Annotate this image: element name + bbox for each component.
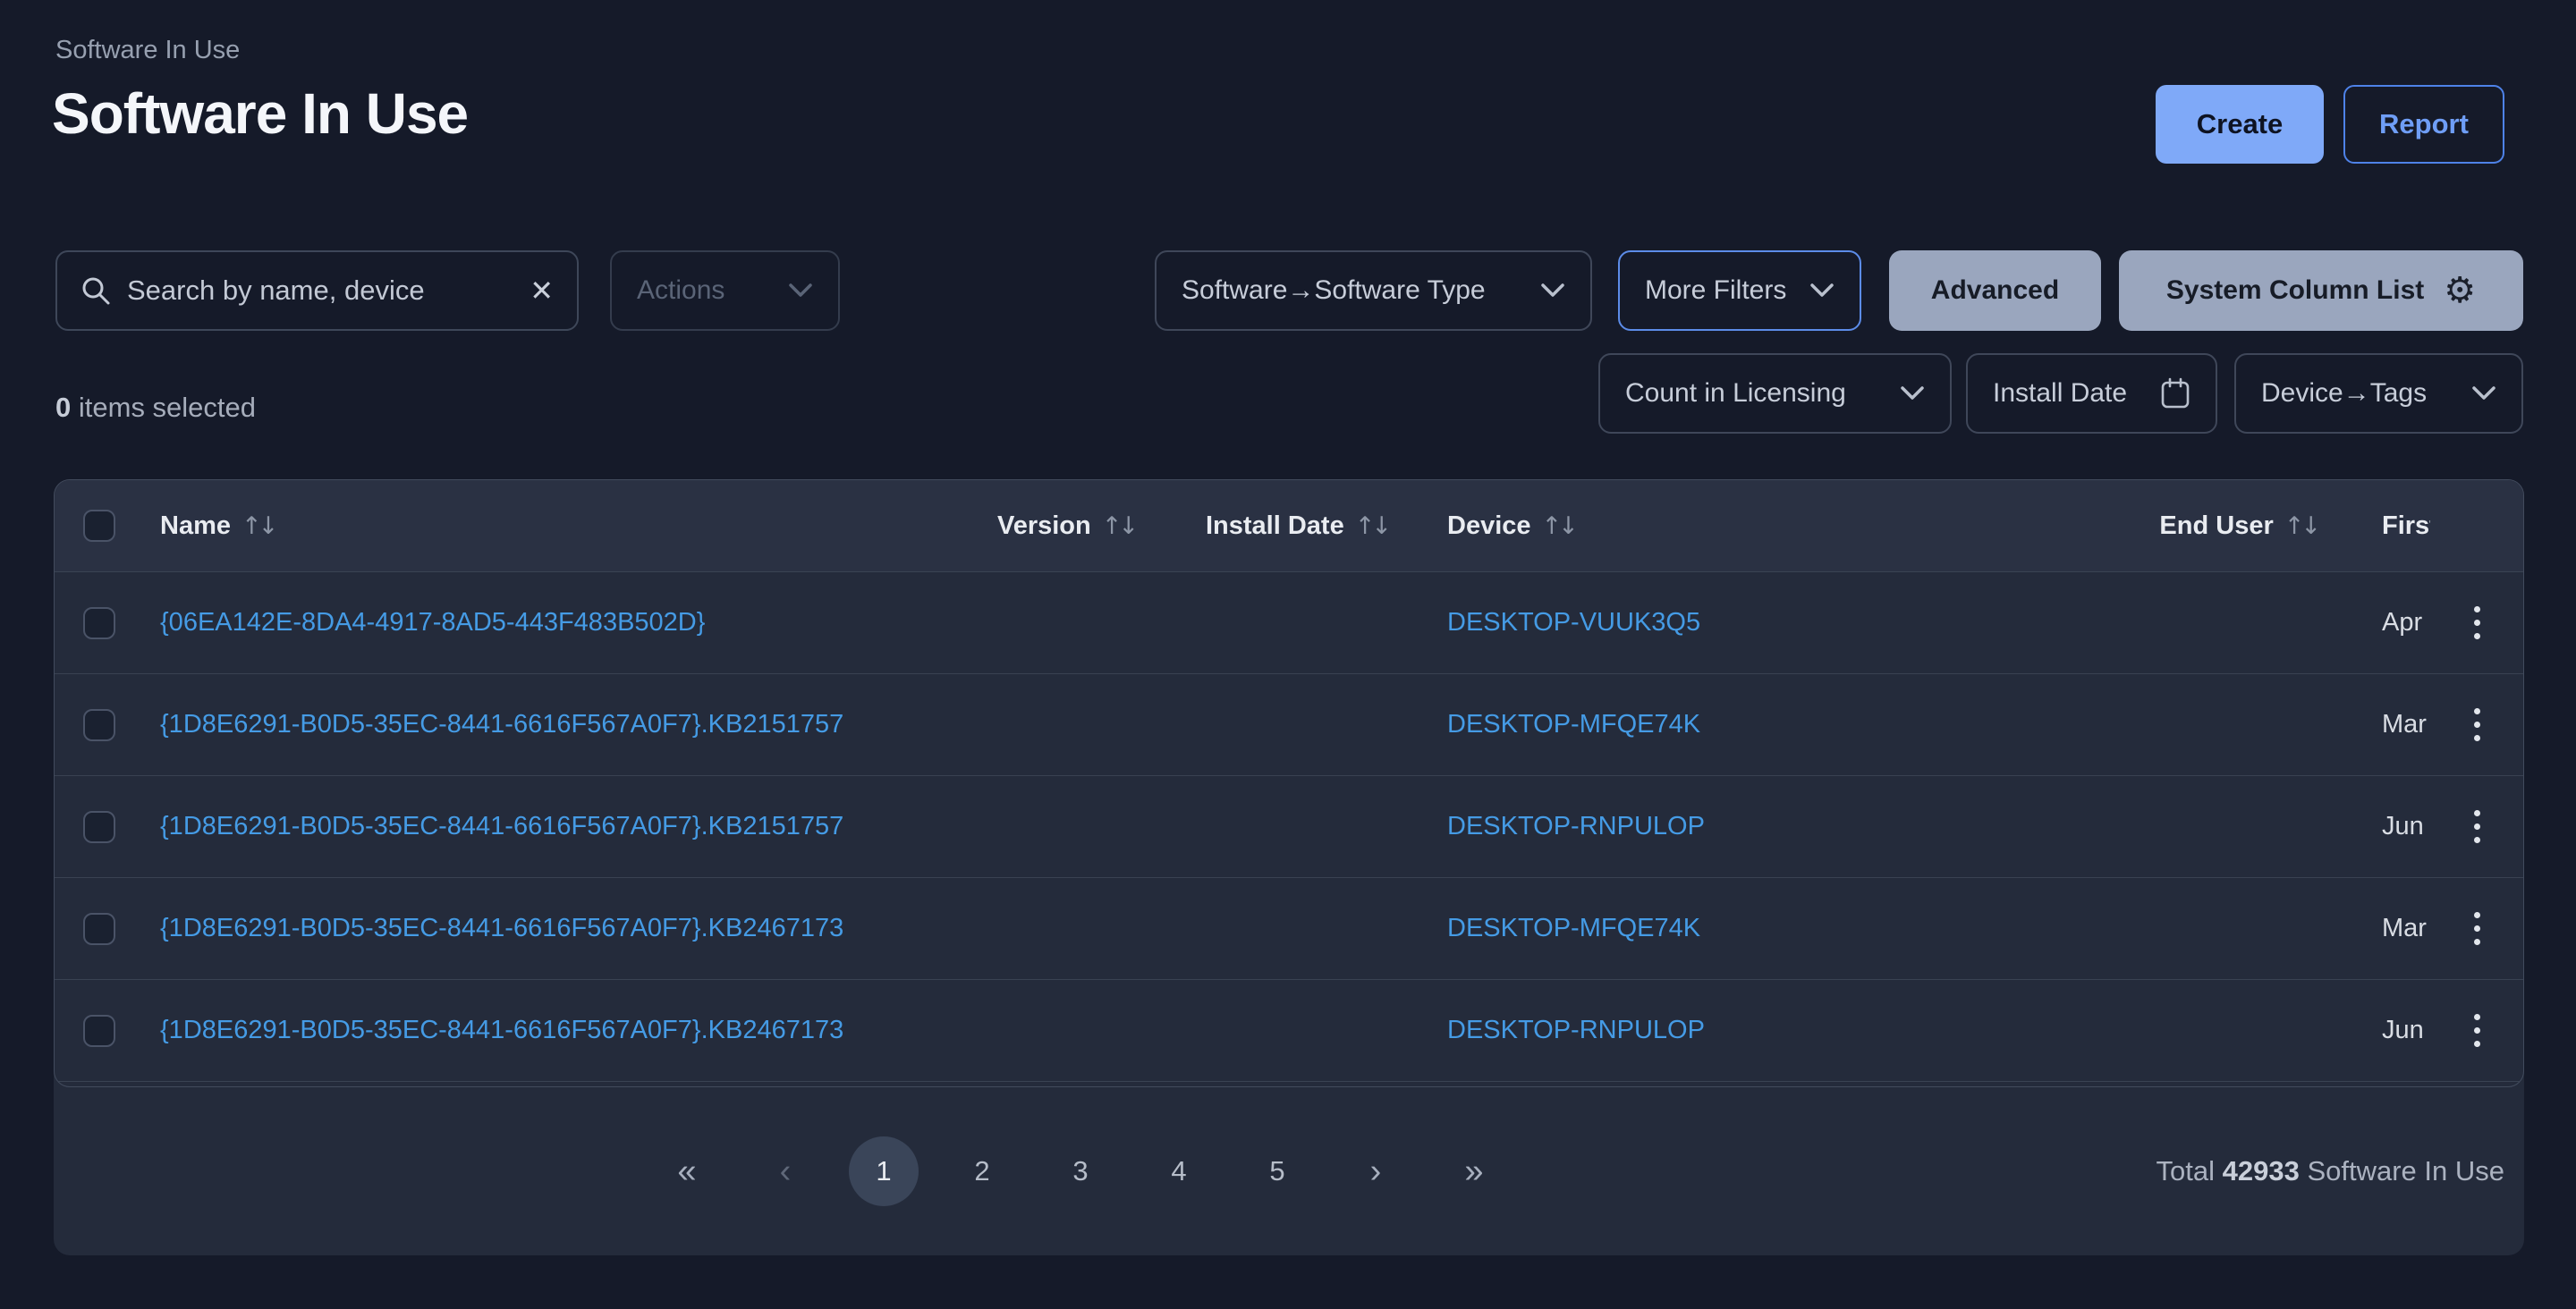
first-cell: Mar xyxy=(2318,914,2430,943)
first-cell: Jun xyxy=(2318,812,2430,841)
row-checkbox[interactable] xyxy=(83,1015,115,1047)
row-checkbox[interactable] xyxy=(83,913,115,945)
actions-dropdown-label: Actions xyxy=(637,275,724,306)
row-menu-icon[interactable] xyxy=(2465,801,2489,852)
system-column-list-label: System Column List xyxy=(2166,275,2424,306)
row-menu-icon[interactable] xyxy=(2465,597,2489,648)
count-in-licensing-label: Count in Licensing xyxy=(1625,378,1846,409)
calendar-icon xyxy=(2160,377,2190,410)
pagination-page-3[interactable]: 3 xyxy=(1031,1122,1130,1220)
report-button[interactable]: Report xyxy=(2343,85,2504,164)
table-footer: « ‹ 1 2 3 4 5 › » Total 42933 Software I… xyxy=(54,1087,2524,1255)
row-menu-icon[interactable] xyxy=(2465,699,2489,750)
column-header-device[interactable]: Device ↑↓ xyxy=(1447,511,1985,541)
table-row: {06EA142E-8DA4-4917-8AD5-443F483B502D} D… xyxy=(55,572,2523,674)
table-row: {1D8E6291-B0D5-35EC-8441-6616F567A0F7}.K… xyxy=(55,776,2523,878)
breadcrumb: Software In Use xyxy=(55,36,240,65)
device-link[interactable]: DESKTOP-RNPULOP xyxy=(1447,812,1985,841)
software-name-link[interactable]: {1D8E6291-B0D5-35EC-8441-6616F567A0F7}.K… xyxy=(160,914,985,943)
more-filters-dropdown[interactable]: More Filters xyxy=(1618,250,1861,331)
pagination-page-5[interactable]: 5 xyxy=(1228,1122,1326,1220)
create-button[interactable]: Create xyxy=(2156,85,2324,164)
pagination-page-1[interactable]: 1 xyxy=(835,1122,933,1220)
chevron-down-icon xyxy=(788,283,813,299)
software-name-link[interactable]: {1D8E6291-B0D5-35EC-8441-6616F567A0F7}.K… xyxy=(160,1016,985,1045)
pagination-page-2[interactable]: 2 xyxy=(933,1122,1031,1220)
device-link[interactable]: DESKTOP-VUUK3Q5 xyxy=(1447,608,1985,638)
filter-software-type-label: Software→Software Type xyxy=(1182,275,1486,306)
actions-dropdown[interactable]: Actions xyxy=(610,250,840,331)
chevron-down-icon xyxy=(2471,385,2496,401)
first-cell: Jun xyxy=(2318,1016,2430,1045)
device-link[interactable]: DESKTOP-MFQE74K xyxy=(1447,914,1985,943)
selected-text: items selected xyxy=(79,392,256,423)
gear-icon: ⚙ xyxy=(2444,273,2476,308)
chevron-down-icon xyxy=(1809,283,1835,299)
device-tags-label: Device→Tags xyxy=(2261,378,2427,409)
install-date-filter[interactable]: Install Date xyxy=(1966,353,2217,434)
system-column-list-button[interactable]: System Column List ⚙ xyxy=(2119,250,2523,331)
filter-software-type-dropdown[interactable]: Software→Software Type xyxy=(1155,250,1592,331)
pagination-prev-icon[interactable]: ‹ xyxy=(736,1122,835,1220)
page-title: Software In Use xyxy=(52,80,468,147)
search-box[interactable]: ✕ xyxy=(55,250,579,331)
column-header-name[interactable]: Name ↑↓ xyxy=(160,511,985,541)
clear-search-icon[interactable]: ✕ xyxy=(530,274,554,308)
table-header-row: Name ↑↓ Version ↑↓ Install Date ↑↓ Devic… xyxy=(55,480,2523,572)
row-checkbox[interactable] xyxy=(83,811,115,843)
table-row: {1D8E6291-B0D5-35EC-8441-6616F567A0F7}.K… xyxy=(55,980,2523,1082)
column-header-end-user[interactable]: End User ↑↓ xyxy=(1985,511,2318,541)
advanced-button[interactable]: Advanced xyxy=(1889,250,2101,331)
sort-icon[interactable]: ↑↓ xyxy=(1102,512,1135,540)
selected-count: 0 xyxy=(55,392,71,423)
install-date-filter-label: Install Date xyxy=(1993,378,2127,409)
sort-icon[interactable]: ↑↓ xyxy=(1542,512,1575,540)
sort-icon[interactable]: ↑↓ xyxy=(2284,512,2318,540)
column-header-version[interactable]: Version ↑↓ xyxy=(985,511,1135,541)
device-link[interactable]: DESKTOP-MFQE74K xyxy=(1447,710,1985,739)
total-count-value: 42933 xyxy=(2223,1155,2300,1187)
pagination-next-icon[interactable]: › xyxy=(1326,1122,1425,1220)
software-name-link[interactable]: {1D8E6291-B0D5-35EC-8441-6616F567A0F7}.K… xyxy=(160,710,985,739)
count-in-licensing-dropdown[interactable]: Count in Licensing xyxy=(1598,353,1952,434)
pagination-last-icon[interactable]: » xyxy=(1425,1122,1523,1220)
chevron-down-icon xyxy=(1900,385,1925,401)
first-cell: Mar xyxy=(2318,710,2430,739)
sort-icon[interactable]: ↑↓ xyxy=(1355,512,1388,540)
software-table: Name ↑↓ Version ↑↓ Install Date ↑↓ Devic… xyxy=(54,479,2524,1087)
first-cell: Apr xyxy=(2318,608,2430,638)
row-checkbox[interactable] xyxy=(83,607,115,639)
chevron-down-icon xyxy=(1540,283,1565,299)
more-filters-label: More Filters xyxy=(1645,275,1786,306)
total-count-text: Total 42933 Software In Use xyxy=(2157,1155,2505,1187)
column-header-install-date[interactable]: Install Date ↑↓ xyxy=(1135,511,1447,541)
table-row: {1D8E6291-B0D5-35EC-8441-6616F567A0F7}.K… xyxy=(55,878,2523,980)
software-name-link[interactable]: {1D8E6291-B0D5-35EC-8441-6616F567A0F7}.K… xyxy=(160,812,985,841)
sort-icon[interactable]: ↑↓ xyxy=(242,512,275,540)
device-tags-dropdown[interactable]: Device→Tags xyxy=(2234,353,2523,434)
table-row: {1D8E6291-B0D5-35EC-8441-6616F567A0F7}.K… xyxy=(55,674,2523,776)
row-menu-icon[interactable] xyxy=(2465,903,2489,954)
software-name-link[interactable]: {06EA142E-8DA4-4917-8AD5-443F483B502D} xyxy=(160,608,985,638)
pagination-first-icon[interactable]: « xyxy=(638,1122,736,1220)
search-input[interactable] xyxy=(127,274,513,307)
software-table-card: Name ↑↓ Version ↑↓ Install Date ↑↓ Devic… xyxy=(54,479,2524,1255)
advanced-label: Advanced xyxy=(1931,275,2059,306)
column-header-first[interactable]: First xyxy=(2318,511,2430,541)
row-checkbox[interactable] xyxy=(83,709,115,741)
pagination: « ‹ 1 2 3 4 5 › » xyxy=(638,1122,1523,1220)
select-all-checkbox[interactable] xyxy=(83,510,115,542)
selected-summary: 0 items selected xyxy=(55,392,256,424)
search-icon xyxy=(80,275,111,306)
device-link[interactable]: DESKTOP-RNPULOP xyxy=(1447,1016,1985,1045)
pagination-page-4[interactable]: 4 xyxy=(1130,1122,1228,1220)
row-menu-icon[interactable] xyxy=(2465,1005,2489,1056)
